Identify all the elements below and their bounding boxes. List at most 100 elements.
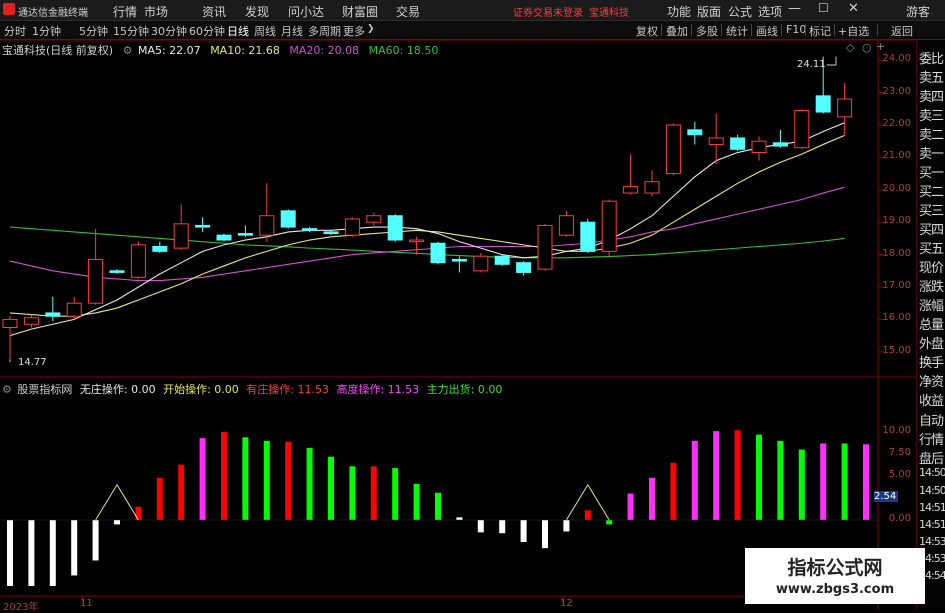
side-panel-item[interactable]: 卖二 xyxy=(919,124,944,143)
side-panel-item[interactable]: 买四 xyxy=(919,219,944,238)
plus-icon[interactable]: + xyxy=(876,40,885,53)
quote-side-panel: 委比 卖五 卖四 卖三 卖二 卖一 买一 买二 买三 买四 买五 现价 涨跌 涨幅 总量 外盘 换手 净资 收益 自动… xyxy=(916,40,945,609)
indicator-bar xyxy=(71,520,78,576)
side-panel-item[interactable]: 换手 xyxy=(919,352,944,371)
candle-body xyxy=(794,109,810,149)
side-panel-item[interactable]: 14:51 xyxy=(919,518,945,531)
candle-body xyxy=(516,262,532,273)
side-panel-item[interactable]: 14:51 xyxy=(919,501,945,514)
indicator-bar xyxy=(713,431,720,520)
candle-body xyxy=(430,242,446,264)
side-panel-item[interactable]: 14:53 xyxy=(919,535,945,548)
ma20-label: MA20: 20.08 xyxy=(289,44,360,57)
candle-body xyxy=(601,200,617,252)
candle-body xyxy=(708,137,724,145)
side-panel-item[interactable]: 收益 xyxy=(919,390,944,409)
indicator-bar xyxy=(584,510,591,520)
indicator-bar xyxy=(221,432,227,520)
high-price-label: 24.11 xyxy=(797,59,826,70)
indicator-bar xyxy=(820,443,827,520)
side-panel-item[interactable]: 现价 xyxy=(919,257,944,276)
indicator-bar xyxy=(456,517,463,520)
side-panel-item[interactable]: 卖三 xyxy=(919,105,944,124)
time-label-nov: 11 xyxy=(80,598,93,609)
candle-body xyxy=(280,210,296,228)
candle-body xyxy=(302,228,318,231)
indicator-bar xyxy=(649,477,655,520)
stock-title: 宝通科技(日线 前复权) xyxy=(2,44,114,57)
price-tick-label: 24.00 xyxy=(882,53,911,65)
price-tick-label: 21.00 xyxy=(882,150,911,162)
watermark-title: 指标公式网 xyxy=(787,557,883,579)
indicator-bar xyxy=(563,520,570,532)
candle-body xyxy=(344,218,360,236)
indicator-bar xyxy=(435,492,441,520)
indicator-bar xyxy=(627,493,634,520)
side-panel-item[interactable]: 卖五 xyxy=(919,67,944,86)
indicator-ks: 开始操作: 0.00 xyxy=(163,383,239,396)
indicator-bar xyxy=(413,483,420,520)
indicator-bar xyxy=(242,437,249,520)
price-tick-label: 19.00 xyxy=(882,215,911,227)
side-panel-item[interactable]: 委比 xyxy=(919,48,944,67)
candle-body xyxy=(409,239,425,243)
signal-triangle xyxy=(95,483,139,521)
indicator-bar xyxy=(392,468,399,520)
candle-body xyxy=(580,221,596,252)
side-panel-item[interactable]: 外盘 xyxy=(919,333,944,352)
time-label-dec: 12 xyxy=(560,598,573,609)
time-label-year: 2023年 xyxy=(3,602,39,613)
price-tick-label: 17.00 xyxy=(882,280,911,291)
side-panel-item[interactable]: 净资 xyxy=(919,371,944,390)
kline-chart[interactable] xyxy=(0,0,945,609)
price-tick-label: 23.00 xyxy=(882,85,911,97)
side-panel-item[interactable]: 行情 xyxy=(919,429,944,448)
candle-body xyxy=(216,234,232,241)
price-tick-label: 20.00 xyxy=(882,182,911,194)
candle-body xyxy=(387,215,403,241)
candle-body xyxy=(537,224,553,270)
candle-body xyxy=(451,258,467,262)
side-panel-item[interactable]: 卖一 xyxy=(919,143,944,162)
indicator-bar xyxy=(135,506,142,520)
indicator-name: 股票指标网 xyxy=(17,383,73,396)
indicator-bar xyxy=(370,466,377,520)
indicator-bar xyxy=(7,520,13,586)
ma60-label: MA60: 18.50 xyxy=(368,44,439,57)
indicator-bar xyxy=(92,520,99,561)
side-panel-item[interactable]: 买一 xyxy=(919,162,944,181)
candle-body xyxy=(730,137,746,150)
side-panel-item[interactable]: 涨跌 xyxy=(919,276,944,295)
watermark-url: www.zbgs3.com xyxy=(775,582,895,597)
candle-body xyxy=(2,318,18,328)
side-panel-item[interactable]: 总量 xyxy=(919,314,944,333)
side-panel-item[interactable]: 买五 xyxy=(919,238,944,257)
side-panel-item[interactable]: 14:50 xyxy=(919,484,945,497)
side-panel-item[interactable]: 买二 xyxy=(919,181,944,200)
candle-body xyxy=(473,255,489,272)
side-panel-item[interactable]: 卖四 xyxy=(919,86,944,105)
side-panel-item[interactable]: 盘后 xyxy=(919,448,944,467)
circle-icon[interactable]: ○ xyxy=(862,41,872,54)
side-panel-item[interactable]: 自动 xyxy=(919,410,944,429)
watermark: 指标公式网 www.zbgs3.com xyxy=(745,548,925,604)
candle-body xyxy=(66,302,82,317)
diamond-icon[interactable]: ◇ xyxy=(846,41,854,54)
candle-body xyxy=(772,142,788,147)
indicator-bar xyxy=(756,434,762,520)
indicator-bar xyxy=(306,447,313,520)
indicator-gd: 高度操作: 11.53 xyxy=(336,383,420,396)
indicator-settings-icon[interactable]: ⚙ xyxy=(2,383,12,396)
ma5-label: MA5: 22.07 xyxy=(137,44,201,57)
indicator-bar xyxy=(798,449,805,520)
candle-body xyxy=(558,215,574,236)
indicator-bar xyxy=(349,466,356,520)
candle-body xyxy=(751,140,767,154)
side-panel-item[interactable]: 14:50 xyxy=(919,466,945,479)
side-panel-item[interactable]: 涨幅 xyxy=(919,295,944,314)
indicator-bar xyxy=(477,520,484,533)
ma10-label: MA10: 21.68 xyxy=(210,44,280,57)
side-panel-item[interactable]: 买三 xyxy=(919,200,944,219)
candle-body xyxy=(88,258,104,304)
settings-gear-icon[interactable]: ⚙ xyxy=(123,44,133,57)
